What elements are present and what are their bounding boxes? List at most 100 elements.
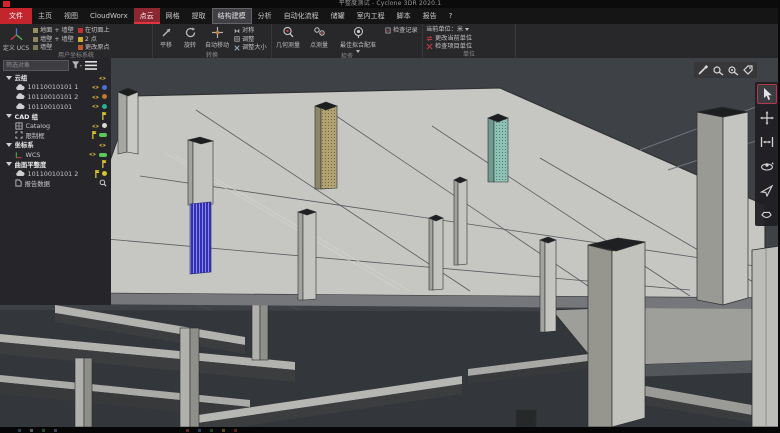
ucs-on-section-button[interactable]: 在切面上 [78,27,110,35]
tab-help[interactable]: ? [443,8,459,24]
adjust-button[interactable]: 调整 [234,36,267,44]
expand-caret-icon[interactable] [6,143,12,147]
selected-cloud-column[interactable] [188,137,213,274]
taskbar-icon[interactable] [210,429,213,432]
application-window: { "title_bar": { "title": "平整度测试 - Cyclo… [0,0,780,433]
change-unit-button[interactable]: 更改当前单位 [426,35,472,43]
tree-item-report-data[interactable]: 报告数据 [0,179,111,189]
inspect-point-icon[interactable] [712,64,724,76]
ucs-wall-wall-button[interactable]: 墙壁 + 墙壁 [33,36,74,44]
taskbar-icon[interactable] [198,429,201,432]
visibility-eye-icon[interactable] [98,75,107,82]
magnifier-icon[interactable] [99,179,107,187]
tab-file[interactable]: 文件 [0,8,32,24]
color-swatch [102,94,107,99]
fly-navigate-button[interactable] [758,181,776,199]
title-bar: 平整度测试 - Cyclone 3DR 2020.1 [0,0,780,8]
inspect-surface-icon[interactable] [727,64,739,76]
visibility-flag-icon[interactable] [101,112,107,120]
expand-caret-icon[interactable] [6,76,12,80]
visibility-flag-icon[interactable] [101,160,107,168]
expand-caret-icon[interactable] [6,114,12,118]
point-cloud-icon [15,84,25,91]
taskbar-icon[interactable] [234,429,237,432]
tree-item-limit-box[interactable]: 限制框 [0,131,111,141]
auto-move-button[interactable]: 自动移动 [204,26,230,49]
visibility-eye-icon[interactable] [88,151,97,158]
ucs-two-points-button[interactable]: 2 点 [78,36,110,44]
pan-move-icon [760,111,774,125]
taskbar-icon[interactable] [186,429,189,432]
tree-item-cloud-3[interactable]: 10110010101 [0,102,111,112]
orbit-rotate-button[interactable] [758,157,776,175]
tree-group-surface-flatness[interactable]: 曲面平整度 [0,159,111,169]
tree-item-catalog[interactable]: Catalog [0,121,111,131]
select-cursor-button[interactable] [758,85,776,103]
resize-button[interactable]: 调整大小 [234,44,267,52]
best-fit-align-button[interactable]: 最佳拟合配准 [337,26,379,53]
visibility-eye-icon[interactable] [91,123,100,130]
visibility-eye-icon[interactable] [91,84,100,91]
taskbar-icon[interactable] [18,429,21,432]
taskbar-icon[interactable] [42,429,45,432]
visibility-eye-icon[interactable] [91,103,100,110]
pan-move-button[interactable] [758,109,776,127]
tree-item-wcs[interactable]: WCS [0,150,111,160]
section-cube-icon [78,28,83,33]
ribbon-tab-bar: 文件 主页 视图 CloudWorx 点云 网格 提取 结构建模 分析 自动化流… [0,8,780,24]
taskbar-icon[interactable] [222,429,225,432]
label-tag-icon[interactable] [742,64,754,76]
ribbon-toolbar: 定义 UCS 地面 + 墙壁 墙壁 + 墙壁 墙壁 [0,24,780,58]
tab-cloudworx[interactable]: CloudWorx [84,8,134,24]
tree-item-cloud-2[interactable]: 10110010101 2 [0,92,111,102]
taskbar-icon[interactable] [30,429,33,432]
tree-group-cad[interactable]: CAD 组 [0,111,111,121]
check-project-units-button[interactable]: 检查项目单位 [426,43,472,51]
filter-input[interactable] [3,60,69,71]
filter-funnel-icon[interactable] [72,61,82,70]
fit-width-button[interactable] [758,133,776,151]
visibility-eye-icon[interactable] [91,94,100,101]
ucs-change-origin-button[interactable]: 更改原点 [78,44,110,52]
measure-pen-icon[interactable] [697,64,709,76]
current-unit-dropdown[interactable]: 当前单位：米 [426,26,469,34]
geometric-measure-button[interactable]: 几何测量 [275,26,301,49]
tree-group-clouds[interactable]: 云组 [0,73,111,83]
rotate-button[interactable]: 旋转 [180,26,200,49]
translate-button[interactable]: 平移 [156,26,176,49]
expand-caret-icon[interactable] [6,162,12,166]
tab-interior-engineering[interactable]: 室内工程 [351,8,391,24]
tab-clouds[interactable]: 点云 [134,8,160,24]
tab-structure-modeling[interactable]: 结构建模 [212,8,252,24]
walk-navigate-button[interactable] [758,205,776,223]
panel-menu-icon[interactable] [85,61,97,70]
point-measure-button[interactable]: 点测量 [307,26,331,49]
tab-automation-flow[interactable]: 自动化流程 [278,8,325,24]
tab-home[interactable]: 主页 [32,8,58,24]
tab-extract[interactable]: 提取 [186,8,212,24]
visibility-eye-icon[interactable] [98,142,107,149]
adjust-icon [234,36,240,42]
tab-scripts[interactable]: 脚本 [391,8,417,24]
navigation-toolbar [755,82,778,226]
taskbar-icon[interactable] [54,429,57,432]
tab-view[interactable]: 视图 [58,8,84,24]
ucs-wall-button[interactable]: 墙壁 [33,44,74,52]
tab-tanks[interactable]: 储罐 [325,8,351,24]
tree-item-flatness-cloud[interactable]: 10110010101 2 [0,169,111,179]
tab-analysis[interactable]: 分析 [252,8,278,24]
ucs-ground-wall-button[interactable]: 地面 + 墙壁 [33,27,74,35]
color-swatch [99,153,107,157]
geometric-measure-icon [282,26,295,39]
tree-item-cloud-1[interactable]: 10110010101 1 [0,83,111,93]
taskbar-strip[interactable] [0,427,780,433]
visibility-flag-icon[interactable] [91,131,97,139]
mirror-button[interactable]: 对称 [234,27,267,35]
inspection-record-button[interactable]: 检查记录 [385,27,418,35]
define-ucs-button[interactable]: 定义 UCS [3,26,29,52]
tree-group-coordinate-systems[interactable]: 坐标系 [0,140,111,150]
tab-report[interactable]: 报告 [417,8,443,24]
viewport-3d[interactable] [0,58,780,427]
tab-meshes[interactable]: 网格 [160,8,186,24]
visibility-flag-icon[interactable] [94,170,100,178]
